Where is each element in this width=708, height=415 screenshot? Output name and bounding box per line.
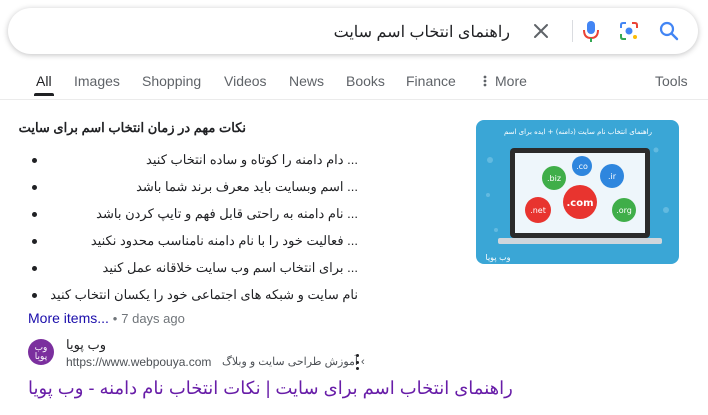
tab-videos[interactable]: Videos xyxy=(224,73,267,89)
bullet-dot xyxy=(32,239,37,244)
camera-lens-icon[interactable] xyxy=(616,18,642,44)
bullet-dot xyxy=(32,185,37,190)
bullet-dot xyxy=(32,266,37,271)
search-bar[interactable]: راهنمای انتخاب اسم سایت xyxy=(8,8,698,54)
snippet-list: ... دام دامنه را کوتاه و ساده انتخاب کنی… xyxy=(28,150,358,312)
tab-more-label: More xyxy=(495,73,527,89)
thumbnail-watermark: وب پویا xyxy=(486,253,511,262)
search-divider xyxy=(572,20,573,42)
thumbnail-domain-com: .com xyxy=(566,198,593,209)
site-logo[interactable]: وب پویا xyxy=(28,339,54,365)
active-tab-indicator xyxy=(34,93,54,96)
bullet-dot xyxy=(32,293,37,298)
tab-more[interactable]: More xyxy=(483,73,527,90)
search-tabs: All Images Shopping Videos News Books Fi… xyxy=(0,64,708,98)
site-name[interactable]: وب پویا xyxy=(66,337,106,353)
thumbnail-banner: راهنمای انتخاب نام سایت (دامنه) + ایده ب… xyxy=(504,128,652,136)
tabs-divider xyxy=(0,99,708,100)
snippet-date: 7 days ago xyxy=(121,311,185,326)
separator-dot: • xyxy=(112,311,118,326)
thumbnail-domain-ir: .ir xyxy=(608,172,617,181)
thumbnail-domain-biz: .biz xyxy=(547,174,561,183)
search-icon[interactable] xyxy=(656,18,682,44)
list-item: نام سایت و شبکه های اجتماعی خود را یکسان… xyxy=(28,285,358,312)
site-url[interactable]: https://www.webpouya.com xyxy=(66,355,211,369)
result-menu-icon[interactable] xyxy=(352,354,362,370)
thumbnail-domain-org: .org xyxy=(616,206,632,215)
more-vert-icon xyxy=(483,74,489,90)
thumbnail-domain-net: .net xyxy=(530,206,546,215)
result-title-link[interactable]: راهنمای انتخاب اسم برای سایت | نکات انتخ… xyxy=(28,378,513,399)
list-item: ... فعالیت خود را با نام دامنه نامناسب م… xyxy=(28,231,358,258)
tab-finance[interactable]: Finance xyxy=(406,73,456,89)
list-item: ... نام دامنه به راحتی قابل فهم و تایپ ک… xyxy=(28,204,358,231)
tab-images[interactable]: Images xyxy=(74,73,120,89)
result-thumbnail[interactable]: راهنمای انتخاب نام سایت (دامنه) + ایده ب… xyxy=(476,120,679,264)
clear-icon[interactable] xyxy=(528,18,554,44)
tab-tools[interactable]: Tools xyxy=(655,73,688,89)
tab-news[interactable]: News xyxy=(289,73,324,89)
tab-all[interactable]: All xyxy=(36,73,52,89)
bullet-dot xyxy=(32,158,37,163)
microphone-icon[interactable] xyxy=(578,18,604,44)
snippet-title: نکات مهم در زمان انتخاب اسم برای سایت xyxy=(18,120,246,135)
more-items-row: More items... • 7 days ago xyxy=(28,310,185,326)
bullet-dot xyxy=(32,212,37,217)
more-items-link[interactable]: More items... xyxy=(28,310,109,326)
list-item: ... برای انتخاب اسم وب سایت خلاقانه عمل … xyxy=(28,258,358,285)
site-breadcrumb: › آموزش طراحی سایت و وبلاگ xyxy=(222,356,365,368)
thumbnail-domain-co: .co xyxy=(576,162,588,171)
tab-shopping[interactable]: Shopping xyxy=(142,73,201,89)
list-item: ... دام دامنه را کوتاه و ساده انتخاب کنی… xyxy=(28,150,358,177)
tab-books[interactable]: Books xyxy=(346,73,385,89)
list-item: ... اسم وبسایت باید معرف برند شما باشد xyxy=(28,177,358,204)
search-input[interactable]: راهنمای انتخاب اسم سایت xyxy=(334,22,510,42)
